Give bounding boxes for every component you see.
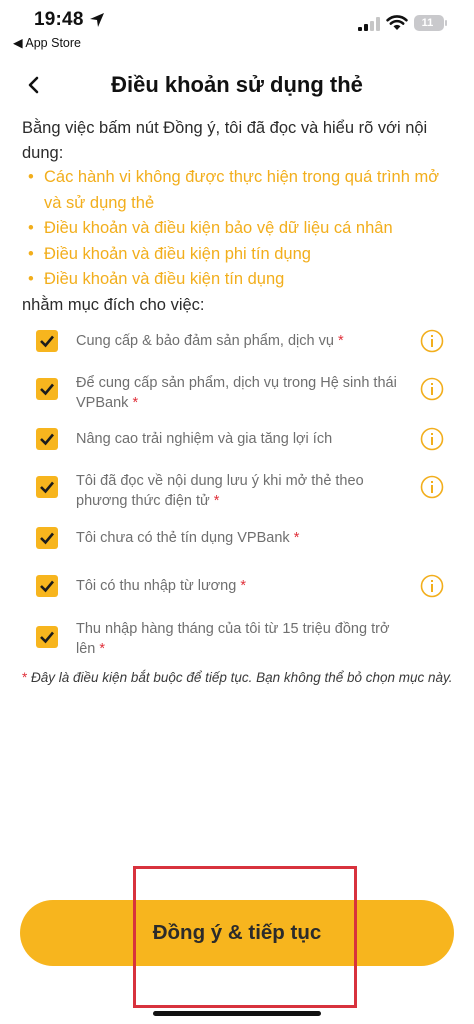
terms-link-data-protection[interactable]: Điều khoản và điều kiện bảo vệ dữ liệu c…: [28, 216, 460, 242]
consent-label: Tôi chưa có thẻ tín dụng VPBank *: [76, 530, 300, 546]
checkmark-icon: [40, 335, 54, 348]
wifi-icon: [386, 15, 408, 30]
back-to-app-store-link[interactable]: ◀ App Store: [13, 35, 81, 50]
consent-label: Tôi đã đọc về nội dung lưu ý khi mở thẻ …: [76, 473, 364, 509]
consent-checkbox[interactable]: [36, 330, 58, 352]
consent-checkbox[interactable]: [36, 428, 58, 450]
terms-link-prohibited-actions[interactable]: Các hành vi không được thực hiện trong q…: [28, 165, 460, 216]
agree-continue-button[interactable]: Đồng ý & tiếp tục: [20, 900, 454, 966]
battery-tip: [445, 20, 447, 26]
consent-checkbox[interactable]: [36, 626, 58, 648]
chevron-left-icon: [28, 76, 39, 94]
info-icon[interactable]: [420, 574, 444, 598]
battery-level: 11: [421, 17, 434, 29]
info-icon[interactable]: [420, 475, 444, 499]
consent-label: Cung cấp & bảo đảm sản phẩm, dịch vụ *: [76, 333, 344, 349]
terms-link-non-credit[interactable]: Điều khoản và điều kiện phi tín dụng: [28, 242, 460, 268]
checkmark-icon: [40, 433, 54, 446]
back-button[interactable]: [18, 68, 52, 102]
battery-icon: 11: [414, 15, 444, 31]
consent-checkbox[interactable]: [36, 527, 58, 549]
consent-label: Để cung cấp sản phẩm, dịch vụ trong Hệ s…: [76, 375, 397, 411]
status-time: 19:48: [34, 9, 84, 30]
checkmark-icon: [40, 383, 54, 396]
checkmark-icon: [40, 580, 54, 593]
page-title: Điều khoản sử dụng thẻ: [111, 72, 363, 97]
consent-label: Tôi có thu nhập từ lương *: [76, 578, 247, 594]
checkmark-icon: [40, 481, 54, 494]
consent-checkbox[interactable]: [36, 476, 58, 498]
purpose-label: nhằm mục đích cho việc:: [22, 296, 205, 314]
checkmark-icon: [40, 532, 54, 545]
signal-icon: [358, 17, 380, 31]
status-bar: 19:48 ◀ App Store 11: [0, 0, 474, 54]
info-icon[interactable]: [420, 427, 444, 451]
consent-checkbox[interactable]: [36, 575, 58, 597]
location-arrow-icon: [90, 13, 104, 27]
terms-list: Các hành vi không được thực hiện trong q…: [28, 165, 460, 293]
checkmark-icon: [40, 631, 54, 644]
home-indicator: [153, 1011, 321, 1016]
info-icon[interactable]: [420, 377, 444, 401]
info-icon[interactable]: [420, 329, 444, 353]
terms-link-credit[interactable]: Điều khoản và điều kiện tín dụng: [28, 267, 460, 293]
consent-label: Nâng cao trải nghiệm và gia tăng lợi ích: [76, 431, 333, 447]
consent-label: Thu nhập hàng tháng của tôi từ 15 triệu …: [76, 621, 390, 657]
intro-text: Bằng việc bấm nút Đồng ý, tôi đã đọc và …: [22, 119, 428, 162]
consent-checkbox[interactable]: [36, 378, 58, 400]
required-note: * Đây là điều kiện bắt buộc để tiếp tục.…: [22, 670, 453, 685]
